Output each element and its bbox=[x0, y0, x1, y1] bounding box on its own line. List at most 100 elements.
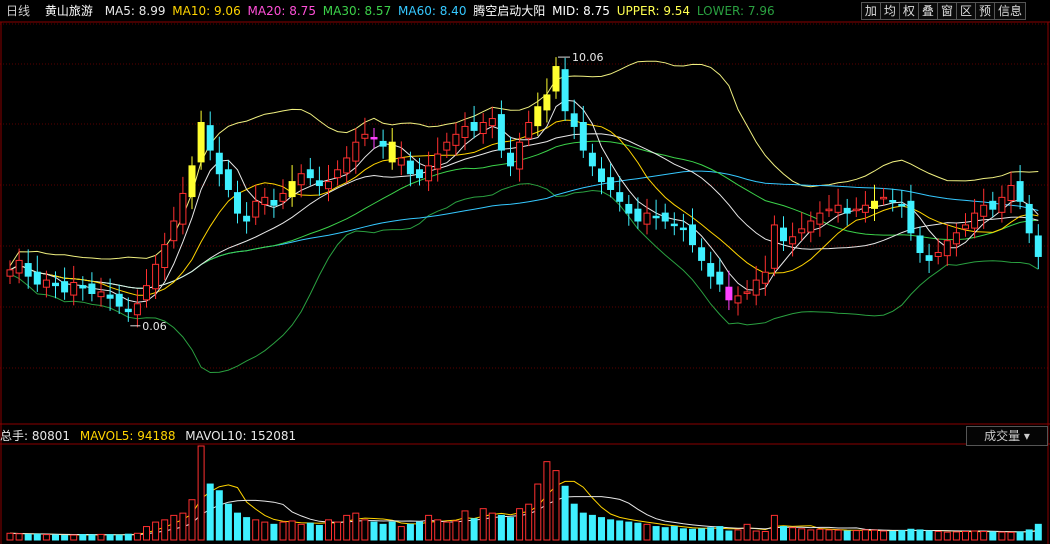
volume-bar bbox=[789, 527, 797, 541]
candle-body bbox=[543, 94, 551, 111]
volume-bar bbox=[279, 521, 287, 541]
candle-body bbox=[807, 220, 815, 233]
candle-body bbox=[971, 212, 979, 229]
volume-bar bbox=[734, 529, 742, 541]
volume-bar bbox=[461, 510, 469, 541]
rights-button[interactable]: 权 bbox=[898, 2, 919, 20]
candle-body bbox=[234, 192, 241, 214]
candle-body bbox=[1007, 185, 1015, 202]
candle-body bbox=[15, 259, 23, 274]
candle-body bbox=[470, 122, 478, 131]
candle-body bbox=[215, 152, 223, 175]
candle-body bbox=[752, 279, 760, 296]
volume-bar bbox=[261, 521, 269, 541]
volume-bar bbox=[807, 529, 815, 541]
volume-bar bbox=[234, 512, 241, 541]
candle-body bbox=[834, 204, 842, 213]
volume-bar bbox=[170, 514, 178, 541]
volume-indicator-select[interactable]: 成交量 ▾ bbox=[966, 426, 1048, 446]
candle-body bbox=[871, 200, 878, 209]
forecast-button[interactable]: 预 bbox=[974, 2, 995, 20]
candle-body bbox=[698, 247, 706, 261]
volume-bar bbox=[115, 534, 123, 541]
volume-bar bbox=[24, 533, 32, 541]
candle-body bbox=[261, 196, 269, 205]
candle-body bbox=[843, 207, 851, 214]
candle-body bbox=[270, 200, 278, 206]
volume-bar bbox=[989, 531, 997, 541]
candle-body bbox=[616, 192, 624, 202]
volume-bar bbox=[998, 531, 1006, 541]
volume-bar bbox=[452, 520, 460, 541]
candle-body bbox=[798, 228, 806, 234]
candle-body bbox=[288, 181, 296, 198]
volume-bar bbox=[516, 508, 524, 541]
candle-body bbox=[106, 294, 114, 299]
period-label[interactable]: 日线 bbox=[6, 4, 30, 18]
ma5-value: MA5: 8.99 bbox=[104, 4, 166, 18]
window-button[interactable]: 窗 bbox=[936, 2, 957, 20]
candle-body bbox=[370, 136, 378, 140]
volume-bar bbox=[880, 530, 888, 541]
volume-bar bbox=[752, 530, 760, 541]
range-button[interactable]: 区 bbox=[955, 2, 976, 20]
volume-bar bbox=[397, 526, 405, 541]
volume-bar bbox=[889, 530, 897, 541]
volume-bar bbox=[33, 533, 41, 541]
volume-bar bbox=[534, 483, 542, 541]
candle-body bbox=[24, 263, 32, 277]
candle-body bbox=[1034, 235, 1042, 257]
volume-bar bbox=[334, 521, 342, 541]
candle-body bbox=[916, 235, 924, 254]
volume-bar bbox=[6, 532, 14, 541]
volume-bar bbox=[224, 503, 232, 541]
candle-body bbox=[880, 196, 888, 200]
volume-bar bbox=[579, 512, 587, 541]
ma20-value: MA20: 8.75 bbox=[247, 4, 316, 18]
ma30-value: MA30: 8.57 bbox=[322, 4, 392, 18]
volume-bar bbox=[898, 530, 906, 541]
candle-body bbox=[479, 122, 487, 135]
candle-body bbox=[952, 232, 960, 245]
candle-body bbox=[70, 281, 78, 296]
candle-body bbox=[179, 192, 187, 225]
info-button[interactable]: 信息 bbox=[993, 2, 1026, 20]
candle-body bbox=[379, 140, 387, 147]
mavol10-value: MAVOL10: 152081 bbox=[185, 429, 297, 443]
volume-bar bbox=[61, 535, 69, 541]
add-indicator-button[interactable]: 加 bbox=[860, 2, 881, 20]
candle-body bbox=[461, 125, 469, 138]
volume-bar bbox=[798, 528, 806, 541]
candle-body bbox=[61, 281, 69, 293]
candle-body bbox=[343, 157, 351, 174]
volume-bar bbox=[434, 519, 442, 541]
ma-button[interactable]: 均 bbox=[879, 2, 900, 20]
candle-body bbox=[907, 200, 915, 234]
candle-body bbox=[1025, 203, 1033, 234]
candle-body bbox=[243, 215, 251, 222]
volume-bar bbox=[943, 531, 951, 541]
volume-bar bbox=[861, 529, 869, 541]
volume-bar bbox=[88, 534, 96, 541]
candle-body bbox=[552, 66, 560, 92]
overlay-button[interactable]: 叠 bbox=[917, 2, 938, 20]
ma10-value: MA10: 9.06 bbox=[172, 4, 241, 18]
candle-body bbox=[224, 169, 232, 190]
boll-mid-value: MID: 8.75 bbox=[552, 4, 610, 18]
volume-bar bbox=[761, 530, 769, 541]
candle-body bbox=[579, 122, 587, 151]
candle-body bbox=[607, 177, 615, 190]
candle-body bbox=[507, 152, 514, 167]
volume-bar bbox=[1025, 529, 1033, 541]
candle-body bbox=[488, 118, 496, 127]
volume-bar bbox=[707, 527, 715, 541]
volume-bar bbox=[343, 514, 351, 541]
candle-body bbox=[689, 224, 696, 246]
candle-body bbox=[33, 271, 41, 285]
candle-body bbox=[625, 203, 633, 214]
candle-body bbox=[852, 208, 860, 212]
candle-body bbox=[825, 208, 833, 212]
candle-body bbox=[197, 122, 205, 163]
candle-body bbox=[598, 168, 605, 183]
volume-bar bbox=[843, 530, 851, 541]
